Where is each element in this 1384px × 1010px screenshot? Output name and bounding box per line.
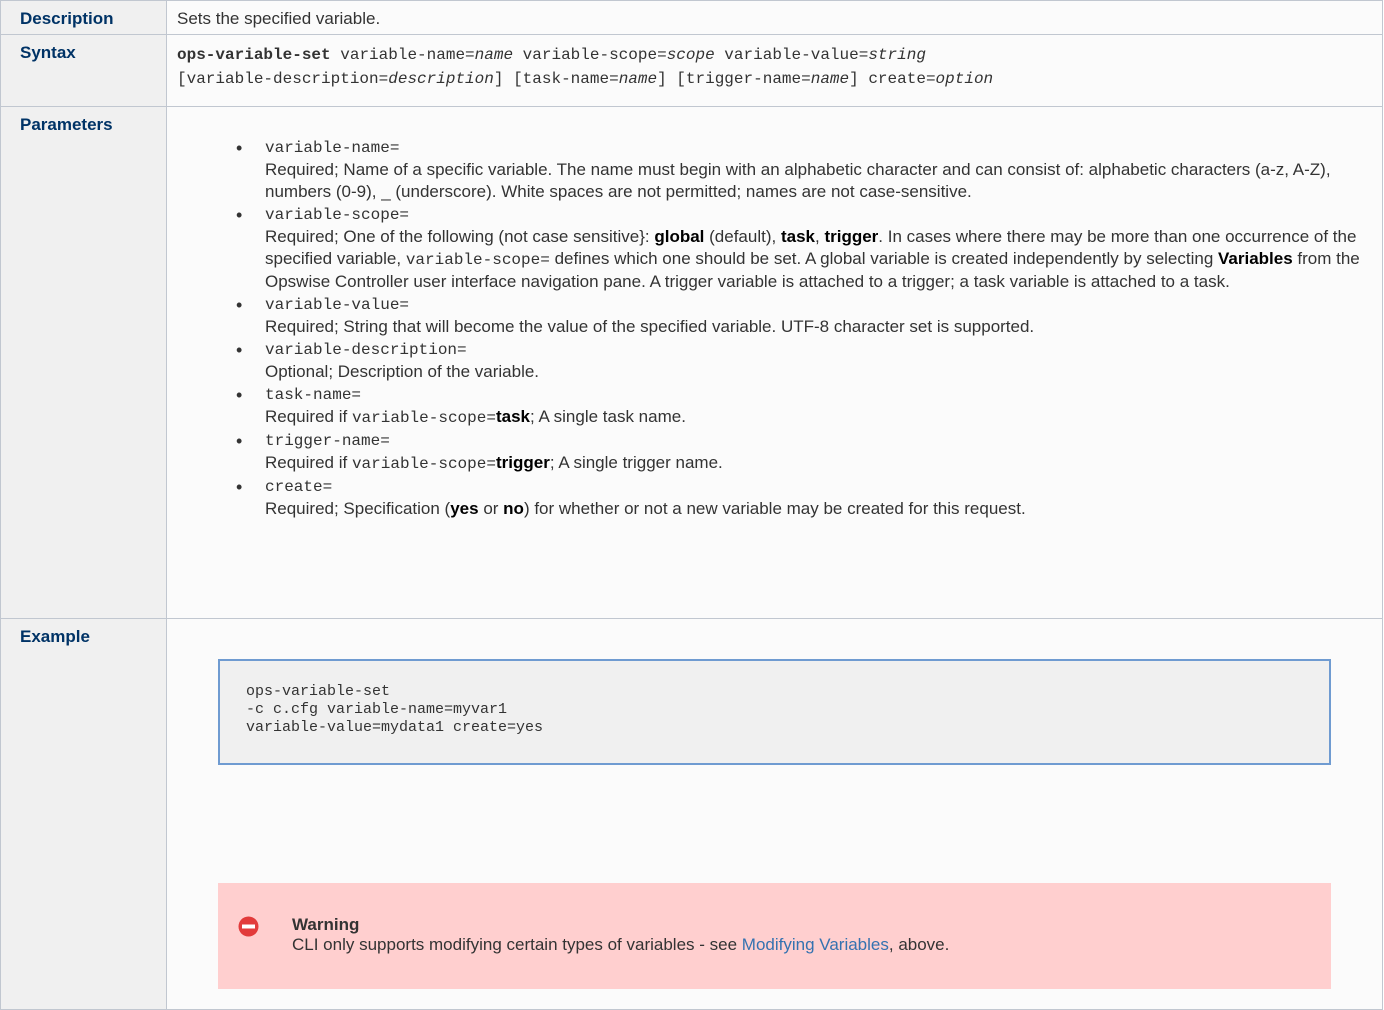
description-text: Sets the specified variable. xyxy=(166,0,1383,35)
parameter-name: task-name= xyxy=(265,386,362,404)
parameter-item: • create= Required; Specification (yes or … xyxy=(236,476,1372,520)
description-text: or xyxy=(478,499,504,518)
bold-term: global xyxy=(654,227,705,246)
syntax-command: ops-variable-set xyxy=(177,46,331,64)
parameter-name: trigger-name= xyxy=(265,432,390,450)
parameter-description: Required if variable-scope=trigger; A si… xyxy=(265,452,1372,475)
bullet-icon: • xyxy=(236,295,243,315)
no-entry-icon xyxy=(238,916,259,937)
syntax-token: [variable-description= xyxy=(177,70,389,88)
description-text: Required; Name of a specific variable. T… xyxy=(265,160,1331,201)
syntax-cell: ops-variable-set variable-name=name vari… xyxy=(166,34,1383,107)
bold-term: task xyxy=(780,227,815,246)
bold-term: yes xyxy=(450,499,479,518)
parameter-description: Required; Name of a specific variable. T… xyxy=(265,159,1372,203)
description-text: ; A single trigger name. xyxy=(549,453,723,472)
description-row: Description Sets the specified variable. xyxy=(0,0,1383,35)
bullet-icon: • xyxy=(236,431,243,451)
example-cell: ops-variable-set -c c.cfg variable-name=… xyxy=(166,618,1383,1010)
syntax-token: variable-value= xyxy=(714,46,869,64)
warning-panel: Warning CLI only supports modifying cert… xyxy=(218,883,1331,989)
parameter-description: Required; Specification (yes or no) for … xyxy=(265,498,1372,520)
parameter-name: create= xyxy=(265,478,333,496)
parameter-name: variable-value= xyxy=(265,296,410,314)
description-text: Required; String that will become the va… xyxy=(265,317,1035,336)
parameter-description: Optional; Description of the variable. xyxy=(265,361,1372,383)
parameter-item: • variable-value= Required; String that wi… xyxy=(236,294,1372,338)
syntax-placeholder: name xyxy=(810,70,850,88)
description-text: Optional; Description of the variable. xyxy=(265,362,540,381)
syntax-token: variable-scope= xyxy=(513,46,667,64)
syntax-token: ] [trigger-name= xyxy=(657,70,811,88)
syntax-line-2: [variable-description=description] [task… xyxy=(177,67,1372,91)
bullet-icon: • xyxy=(236,477,243,497)
code-text: ops-variable-set -c c.cfg variable-name=… xyxy=(246,683,544,736)
bold-term: trigger xyxy=(824,227,879,246)
inline-code: variable-scope= xyxy=(405,251,550,269)
warning-text-before: CLI only supports modifying certain type… xyxy=(292,935,742,954)
syntax-placeholder: name xyxy=(618,70,658,88)
code-block: ops-variable-set -c c.cfg variable-name=… xyxy=(218,659,1331,765)
syntax-row: Syntax ops-variable-set variable-name=na… xyxy=(0,34,1383,107)
parameter-description: Required; String that will become the va… xyxy=(265,316,1372,338)
bold-term: trigger xyxy=(495,453,550,472)
example-row: Example ops-variable-set -c c.cfg variab… xyxy=(0,618,1383,1010)
description-text: Required; One of the following (not case… xyxy=(265,227,655,246)
description-text: ; A single task name. xyxy=(530,407,686,426)
bold-term: task xyxy=(495,407,530,426)
syntax-placeholder: description xyxy=(388,70,494,88)
description-text: defines which one should be set. A globa… xyxy=(549,249,1219,268)
syntax-token: variable-name= xyxy=(340,46,475,64)
description-text: Required; Specification ( xyxy=(265,499,451,518)
example-header: Example xyxy=(0,618,167,1010)
modifying-variables-link[interactable]: Modifying Variables xyxy=(742,935,889,954)
parameters-header: Parameters xyxy=(0,106,167,619)
description-text: Required if xyxy=(265,407,352,426)
parameter-item: • task-name= Required if variable-scope=ta… xyxy=(236,384,1372,429)
parameter-item: • variable-name= Required; Name of a speci… xyxy=(236,137,1372,203)
parameter-list: • variable-name= Required; Name of a speci… xyxy=(177,137,1372,520)
inline-code: variable-scope= xyxy=(351,455,496,473)
description-header: Description xyxy=(0,0,167,35)
warning-text-after: , above. xyxy=(888,935,950,954)
description-text: ) for whether or not a new variable may … xyxy=(523,499,1026,518)
parameter-item: • variable-description= Optional; Descript… xyxy=(236,339,1372,383)
bullet-icon: • xyxy=(236,205,243,225)
syntax-token: ] create= xyxy=(849,70,936,88)
parameter-name: variable-scope= xyxy=(265,206,410,224)
parameter-name: variable-description= xyxy=(265,341,467,359)
syntax-header: Syntax xyxy=(0,34,167,107)
bold-term: no xyxy=(503,499,524,518)
parameter-name: variable-name= xyxy=(265,139,400,157)
parameter-item: • variable-scope= Required; One of the fol… xyxy=(236,204,1372,293)
parameter-item: • trigger-name= Required if variable-scope… xyxy=(236,430,1372,475)
bullet-icon: • xyxy=(236,340,243,360)
syntax-placeholder: name xyxy=(474,46,514,64)
parameter-description: Required if variable-scope=task; A singl… xyxy=(265,406,1372,429)
syntax-placeholder: option xyxy=(935,70,994,88)
syntax-placeholder: scope xyxy=(666,46,715,64)
description-text: Required if xyxy=(265,453,352,472)
syntax-args-1: variable-name=name variable-scope=scope … xyxy=(340,46,926,64)
syntax-line-1: ops-variable-set variable-name=name vari… xyxy=(177,43,1372,67)
parameter-description: Required; One of the following (not case… xyxy=(265,226,1372,293)
description-text: (default), xyxy=(704,227,781,246)
syntax-token: ] [task-name= xyxy=(493,70,619,88)
command-reference-table: Description Sets the specified variable.… xyxy=(0,0,1383,1010)
parameters-cell: • variable-name= Required; Name of a speci… xyxy=(166,106,1383,619)
parameters-row: Parameters • variable-name= Required; Name… xyxy=(0,106,1383,619)
warning-text: CLI only supports modifying certain type… xyxy=(292,935,1331,955)
warning-title: Warning xyxy=(292,915,360,934)
syntax-placeholder: string xyxy=(868,46,926,64)
inline-code: variable-scope= xyxy=(351,409,496,427)
bold-term: Variables xyxy=(1218,249,1293,268)
bullet-icon: • xyxy=(236,385,243,405)
bullet-icon: • xyxy=(236,138,243,158)
